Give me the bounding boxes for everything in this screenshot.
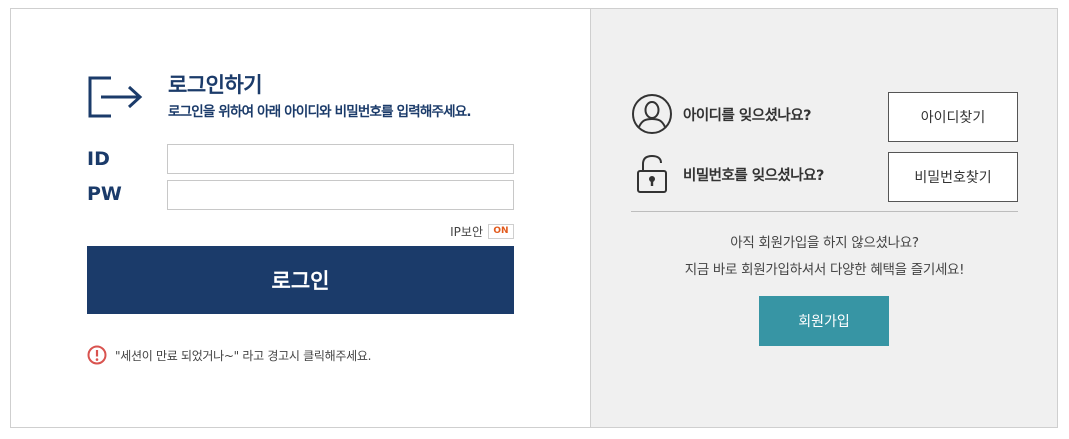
unlock-icon [637,154,667,193]
find-pw-row: 비밀번호를 잊으셨나요? [631,153,824,195]
login-arrow-icon [88,76,143,118]
page-subtitle: 로그인을 위하여 아래 아이디와 비밀번호를 입력해주세요. [168,104,472,120]
session-notice-text: "세션이 만료 되었거나~" 라고 경고시 클릭해주세요. [115,348,372,363]
divider [631,211,1018,212]
ip-security-toggle[interactable]: ON [488,224,514,239]
join-message-line1: 아직 회원가입을 하지 않으셨나요? [730,235,919,251]
session-notice[interactable]: "세션이 만료 되었거나~" 라고 경고시 클릭해주세요. [87,345,371,365]
user-circle-icon [632,94,672,134]
pw-label: PW [87,183,122,205]
login-button[interactable]: 로그인 [87,246,514,314]
login-panel: 로그인하기 로그인을 위하여 아래 아이디와 비밀번호를 입력해주세요. ID … [11,9,591,427]
find-id-question: 아이디를 잊으셨나요? [683,107,812,124]
id-label: ID [87,148,110,170]
find-pw-question: 비밀번호를 잊으셨나요? [683,167,824,184]
pw-input[interactable] [167,180,514,210]
signup-button[interactable]: 회원가입 [759,296,889,346]
ip-security-label: IP보안 [450,225,483,239]
exclamation-circle-icon [87,345,107,365]
join-message-line2: 지금 바로 회원가입하셔서 다양한 혜택을 즐기세요! [684,262,965,278]
id-input[interactable] [167,144,514,174]
find-id-row: 아이디를 잊으셨나요? [631,93,812,135]
find-pw-button[interactable]: 비밀번호찾기 [888,152,1018,202]
page-title: 로그인하기 [168,73,263,97]
find-id-button[interactable]: 아이디찾기 [888,92,1018,142]
ip-security-row: IP보안 ON [450,223,514,240]
login-container: 로그인하기 로그인을 위하여 아래 아이디와 비밀번호를 입력해주세요. ID … [10,8,1058,428]
account-help-panel: 아이디를 잊으셨나요? 아이디찾기 비밀번호를 잊으셨나요? 비밀번호찾기 아직… [591,9,1057,427]
